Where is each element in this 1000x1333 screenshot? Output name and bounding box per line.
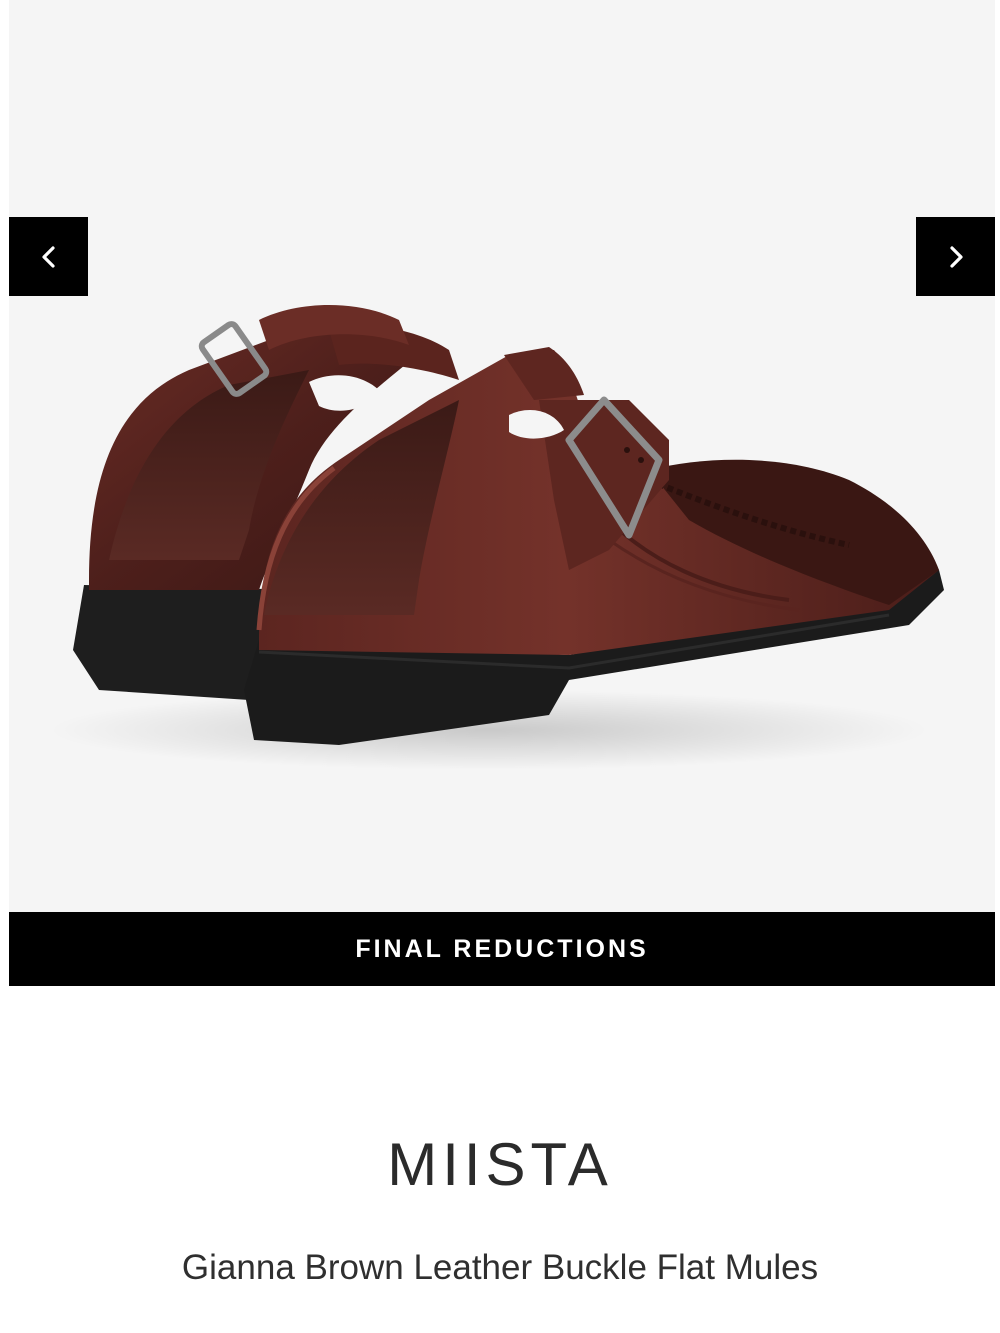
product-image (49, 305, 944, 770)
chevron-right-icon (949, 245, 963, 268)
next-image-button[interactable] (916, 217, 995, 296)
brand-name[interactable]: MIISTA (0, 1130, 1000, 1199)
promo-label: FINAL REDUCTIONS (355, 934, 649, 963)
promo-banner: FINAL REDUCTIONS (9, 912, 995, 986)
product-page: FINAL REDUCTIONS MIISTA Gianna Brown Lea… (0, 0, 1000, 1333)
prev-image-button[interactable] (9, 217, 88, 296)
product-image-gallery[interactable] (9, 0, 995, 912)
product-title: Gianna Brown Leather Buckle Flat Mules (181, 1248, 819, 1287)
chevron-left-icon (41, 245, 55, 268)
